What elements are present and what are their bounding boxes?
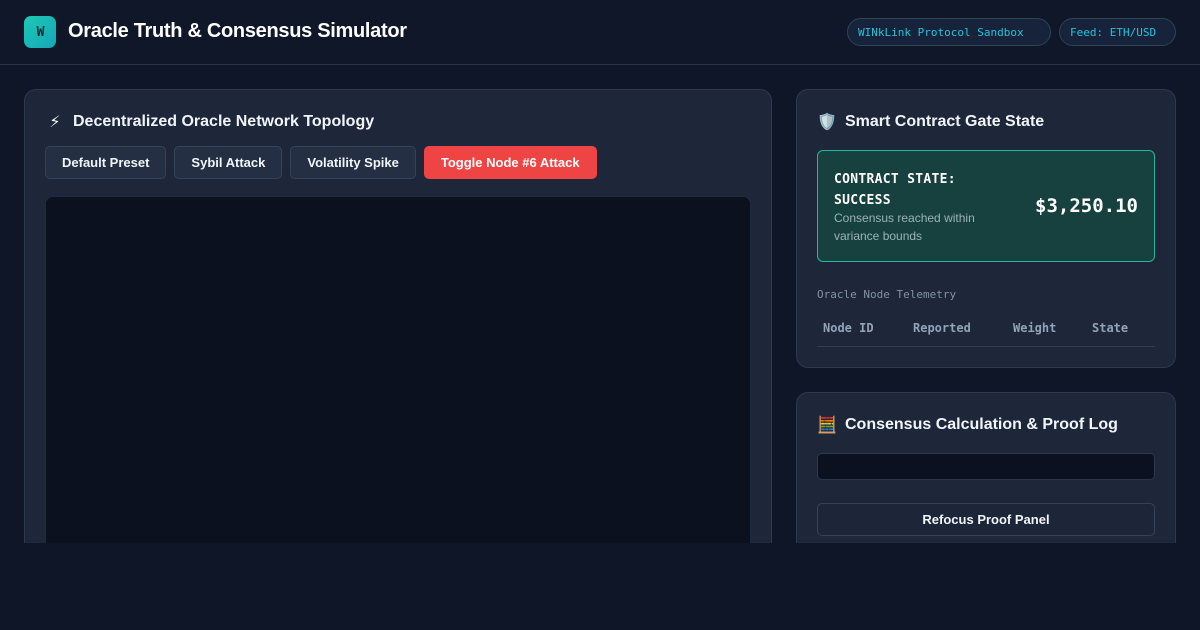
column-node-id: Node ID [823, 321, 874, 335]
topology-canvas[interactable] [45, 196, 751, 556]
topology-panel: ⚡ Decentralized Oracle Network Topology … [24, 89, 772, 559]
sybil-attack-button[interactable]: Sybil Attack [174, 146, 283, 179]
preset-button-row: Default Preset Sybil Attack Volatility S… [45, 146, 597, 179]
gate-title-text: Smart Contract Gate State [845, 113, 1045, 130]
telemetry-label: Oracle Node Telemetry [817, 288, 957, 301]
telemetry-table-header: Node ID Reported Weight State [817, 316, 1155, 347]
contract-state-card: CONTRACT STATE: SUCCESS Consensus reache… [817, 150, 1155, 262]
gate-panel-title: 🛡️ Smart Contract Gate State [817, 112, 1044, 132]
gate-state-panel: 🛡️ Smart Contract Gate State CONTRACT ST… [796, 89, 1176, 368]
log-title-text: Consensus Calculation & Proof Log [845, 416, 1118, 433]
proof-log-panel: 🧮 Consensus Calculation & Proof Log Refo… [796, 392, 1176, 562]
contract-state-description: Consensus reached within variance bounds [834, 211, 975, 243]
proof-log-output[interactable] [817, 453, 1155, 480]
topology-panel-title: ⚡ Decentralized Oracle Network Topology [45, 112, 374, 132]
default-preset-button[interactable]: Default Preset [45, 146, 167, 179]
topology-title-text: Decentralized Oracle Network Topology [73, 113, 375, 130]
toggle-node-attack-button[interactable]: Toggle Node #6 Attack [423, 146, 597, 179]
log-panel-title: 🧮 Consensus Calculation & Proof Log [817, 415, 1118, 435]
feed-badge: Feed: ETH/USD [1059, 18, 1176, 46]
volatility-spike-button[interactable]: Volatility Spike [290, 146, 416, 179]
consensus-price: $3,250.10 [1035, 195, 1138, 217]
page-footer-band [0, 543, 1200, 630]
app-logo: W [24, 16, 56, 48]
lightning-icon: ⚡ [49, 114, 61, 131]
shield-icon: 🛡️ [817, 114, 837, 131]
column-state: State [1092, 321, 1129, 335]
sandbox-badge: WINkLink Protocol Sandbox [847, 18, 1051, 46]
column-weight: Weight [1013, 321, 1057, 335]
logo-text: W [36, 24, 45, 40]
app-header: W Oracle Truth & Consensus Simulator WIN… [0, 0, 1200, 65]
abacus-icon: 🧮 [817, 417, 837, 434]
app-title: Oracle Truth & Consensus Simulator [68, 20, 407, 42]
column-reported: Reported [913, 321, 971, 335]
refocus-proof-panel-button[interactable]: Refocus Proof Panel [817, 503, 1155, 536]
contract-state-heading: CONTRACT STATE: SUCCESS [834, 172, 956, 208]
